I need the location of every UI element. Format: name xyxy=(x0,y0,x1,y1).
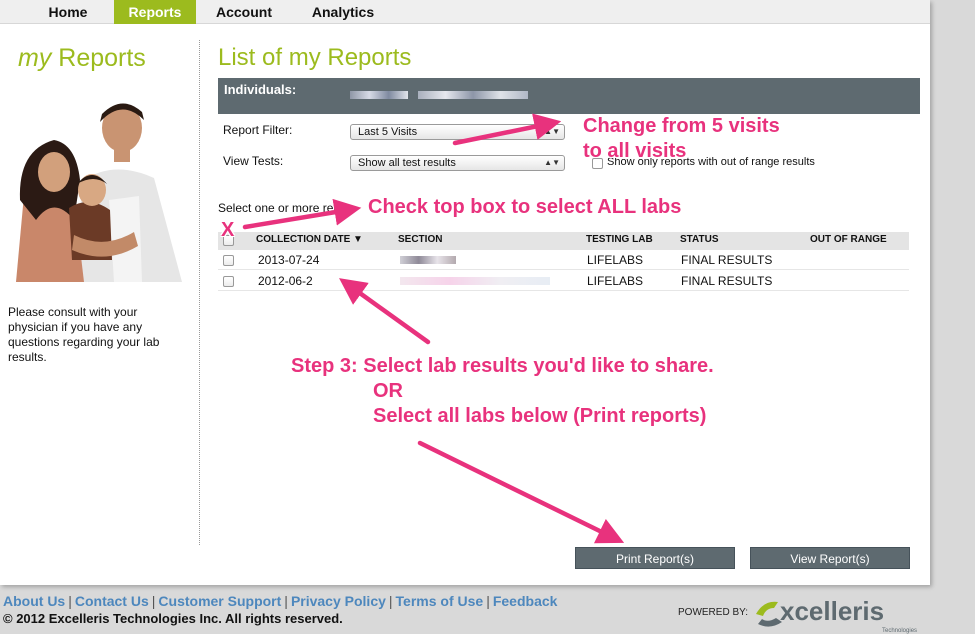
svg-text:Technologies: Technologies xyxy=(882,628,917,634)
redacted-name xyxy=(350,91,408,99)
annotation-x-mark: X xyxy=(221,219,235,241)
footer-links: About Us | Contact Us | Customer Support | Pri… xyxy=(3,593,558,609)
copyright: © 2012 Excelleris Technologies Inc. All … xyxy=(3,611,343,626)
row-checkbox[interactable] xyxy=(223,255,234,266)
col-out-of-range: OUT OF RANGE xyxy=(810,234,887,245)
powered-by-label: POWERED BY: xyxy=(678,607,749,618)
view-tests-label: View Tests: xyxy=(223,154,284,168)
page-title: List of my Reports xyxy=(218,44,412,71)
annotation-check-top: Check top box to select ALL labs xyxy=(368,196,682,218)
annotation-change-visits-2: to all visits xyxy=(583,140,687,162)
annotation-or: OR xyxy=(373,380,403,402)
annotation-step3: Step 3: Select lab results you'd like to… xyxy=(291,355,714,377)
nav-home[interactable]: Home xyxy=(22,0,114,24)
footer-link-about[interactable]: About Us xyxy=(3,593,65,609)
footer-link-contact[interactable]: Contact Us xyxy=(75,593,149,609)
sidebar-title: my Reports xyxy=(18,44,146,72)
annotation-select-all: Select all labs below (Print reports) xyxy=(373,405,707,427)
svg-text:xcelleris: xcelleris xyxy=(780,596,884,626)
select-instruction: Select one or more repo xyxy=(218,201,347,215)
table-header: COLLECTION DATE ▼ SECTION TESTING LAB ST… xyxy=(218,232,909,250)
row-status: FINAL RESULTS xyxy=(681,253,773,267)
footer-link-privacy[interactable]: Privacy Policy xyxy=(291,593,386,609)
redacted-name xyxy=(418,91,528,99)
excelleris-logo: xcelleris Technologies xyxy=(756,596,917,634)
redacted-section xyxy=(400,256,456,264)
col-testing-lab: TESTING LAB xyxy=(586,234,653,245)
table-row[interactable]: 2012-06-2 LIFELABS FINAL RESULTS xyxy=(218,271,909,291)
select-arrows-icon: ▲▼ xyxy=(544,158,560,167)
report-filter-label: Report Filter: xyxy=(223,123,293,137)
page-frame: Home Reports Account Analytics my Report… xyxy=(0,0,930,585)
view-reports-button[interactable]: View Report(s) xyxy=(750,547,910,569)
row-checkbox[interactable] xyxy=(223,276,234,287)
footer-link-terms[interactable]: Terms of Use xyxy=(396,593,484,609)
col-status: STATUS xyxy=(680,234,719,245)
row-status: FINAL RESULTS xyxy=(681,274,773,288)
print-reports-button[interactable]: Print Report(s) xyxy=(575,547,735,569)
footer-link-feedback[interactable]: Feedback xyxy=(493,593,558,609)
family-photo xyxy=(16,103,182,282)
footer-link-support[interactable]: Customer Support xyxy=(158,593,281,609)
col-collection-date[interactable]: COLLECTION DATE ▼ xyxy=(256,234,363,245)
nav-reports[interactable]: Reports xyxy=(114,0,196,24)
table-row[interactable]: 2013-07-24 LIFELABS FINAL RESULTS xyxy=(218,250,909,270)
top-nav: Home Reports Account Analytics xyxy=(0,0,930,24)
sidebar-divider xyxy=(199,40,200,545)
row-date: 2012-06-2 xyxy=(258,274,313,288)
nav-account[interactable]: Account xyxy=(204,0,284,24)
individuals-bar: Individuals: xyxy=(218,78,920,114)
annotation-change-visits: Change from 5 visits xyxy=(583,115,780,137)
sort-desc-icon: ▼ xyxy=(353,234,363,245)
redacted-section xyxy=(400,277,550,285)
individuals-label: Individuals: xyxy=(224,82,297,97)
row-date: 2013-07-24 xyxy=(258,253,320,267)
col-section: SECTION xyxy=(398,234,443,245)
row-lab: LIFELABS xyxy=(587,274,644,288)
report-filter-select[interactable]: Last 5 Visits ▲▼ xyxy=(350,124,565,140)
select-arrows-icon: ▲▼ xyxy=(544,127,560,136)
sidebar-note: Please consult with your physician if yo… xyxy=(8,305,160,364)
nav-analytics[interactable]: Analytics xyxy=(300,0,386,24)
row-lab: LIFELABS xyxy=(587,253,644,267)
view-tests-select[interactable]: Show all test results ▲▼ xyxy=(350,155,565,171)
